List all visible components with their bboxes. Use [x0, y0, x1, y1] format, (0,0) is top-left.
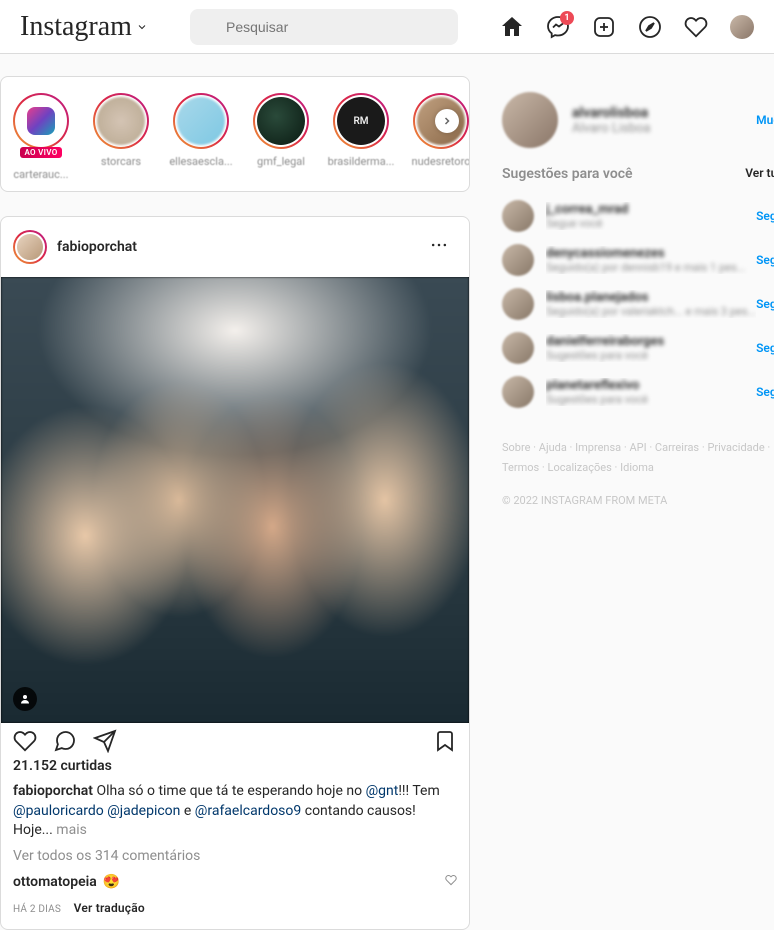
footer-links: Sobre · Ajuda · Imprensa · API · Carreir…: [502, 438, 774, 478]
post-author-avatar[interactable]: [13, 230, 47, 264]
suggestion-avatar[interactable]: [502, 376, 534, 408]
top-nav: Instagram 1: [0, 0, 774, 54]
sidebar: alvarolisboa Alvaro Lisboa Mudar Sugestõ…: [502, 76, 774, 930]
suggestion-avatar[interactable]: [502, 288, 534, 320]
mention-link[interactable]: @jadepicon: [107, 803, 180, 819]
story-item[interactable]: nudesretoro: [401, 93, 470, 181]
live-badge: AO VIVO: [20, 147, 61, 158]
suggestion-avatar[interactable]: [502, 332, 534, 364]
story-item[interactable]: RM brasilderma...: [321, 93, 401, 181]
story-item[interactable]: ellesaescla...: [161, 93, 241, 181]
explore-icon[interactable]: [638, 15, 662, 39]
suggestion-item: denycassiomenezesSeguido(a) por dennisb1…: [502, 238, 774, 282]
logo-wrap[interactable]: Instagram: [20, 11, 148, 43]
brand-logo: Instagram: [20, 11, 132, 43]
follow-button[interactable]: Seguir: [756, 385, 774, 399]
footer-copyright: © 2022 Instagram from Meta: [502, 494, 774, 507]
stories-tray: AO VIVO carterauc... storcars ellesaescl…: [0, 76, 470, 192]
switch-account-link[interactable]: Mudar: [756, 113, 774, 127]
post-more-button[interactable]: [421, 227, 457, 267]
see-all-link[interactable]: Ver tudo: [745, 166, 774, 182]
post-timestamp: HÁ 2 DIAS: [13, 904, 61, 915]
suggestion-avatar[interactable]: [502, 244, 534, 276]
like-button[interactable]: [13, 729, 37, 753]
story-item[interactable]: gmf_legal: [241, 93, 321, 181]
comment-like-button[interactable]: [445, 873, 457, 893]
sidebar-avatar[interactable]: [502, 92, 558, 148]
new-post-icon[interactable]: [592, 15, 616, 39]
follow-button[interactable]: Seguir: [756, 341, 774, 355]
home-icon[interactable]: [500, 15, 524, 39]
post-caption: fabioporchat Olha só o time que tá te es…: [13, 782, 457, 841]
suggestion-avatar[interactable]: [502, 200, 534, 232]
stories-next-button[interactable]: [435, 109, 459, 133]
story-item[interactable]: AO VIVO carterauc...: [1, 93, 81, 181]
follow-button[interactable]: Seguir: [756, 297, 774, 311]
activity-icon[interactable]: [684, 15, 708, 39]
translate-link[interactable]: Ver tradução: [74, 901, 145, 915]
follow-button[interactable]: Seguir: [756, 209, 774, 223]
comment-text: 😍: [103, 873, 445, 893]
save-button[interactable]: [433, 729, 457, 753]
post-author-username[interactable]: fabioporchat: [57, 239, 421, 255]
sidebar-profile: alvarolisboa Alvaro Lisboa Mudar: [502, 92, 774, 148]
comment-button[interactable]: [53, 729, 77, 753]
mention-link[interactable]: @pauloricardo: [13, 803, 104, 819]
search-input[interactable]: [190, 9, 458, 45]
comment-username[interactable]: ottomatopeia: [13, 873, 97, 893]
mention-link[interactable]: @gnt: [366, 783, 399, 799]
comment-row: ottomatopeia 😍: [13, 873, 457, 893]
suggestion-item: planetareflexivoSugestões para você Segu…: [502, 370, 774, 414]
messenger-icon[interactable]: 1: [546, 15, 570, 39]
chevron-down-icon: [136, 21, 148, 33]
profile-avatar[interactable]: [730, 15, 754, 39]
likes-count[interactable]: 21.152 curtidas: [13, 757, 457, 777]
post-image[interactable]: [1, 277, 469, 723]
share-button[interactable]: [93, 729, 117, 753]
suggestions-title: Sugestões para você: [502, 166, 633, 182]
tagged-people-icon[interactable]: [13, 687, 37, 711]
story-item[interactable]: storcars: [81, 93, 161, 181]
suggestion-item: danielferreiraborgesSugestões para você …: [502, 326, 774, 370]
sidebar-fullname: Alvaro Lisboa: [572, 121, 756, 136]
caption-more[interactable]: mais: [56, 822, 87, 838]
feed-post: fabioporchat 21.152 cur: [0, 216, 470, 930]
mention-link[interactable]: @rafaelcardoso9: [195, 803, 301, 819]
sidebar-username[interactable]: alvarolisboa: [572, 105, 756, 121]
suggestion-item: lisboa.planejadosSeguido(a) por valeriak…: [502, 282, 774, 326]
suggestion-item: j_correa_mradSegue você Seguir: [502, 194, 774, 238]
follow-button[interactable]: Seguir: [756, 253, 774, 267]
caption-username[interactable]: fabioporchat: [13, 783, 93, 799]
messenger-badge: 1: [560, 11, 574, 25]
view-comments-link[interactable]: Ver todos os 314 comentários: [13, 847, 457, 867]
